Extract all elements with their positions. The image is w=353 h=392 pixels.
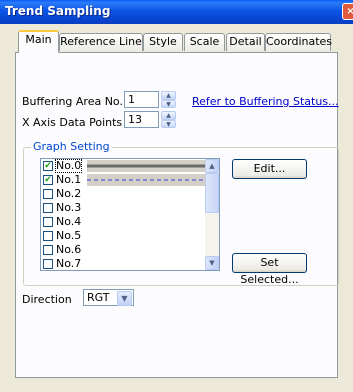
list-item-label: No.2 [56, 187, 82, 200]
graph-list[interactable]: ✔ No.0 ✔ No.1 No.2 No.3 No.4 No.5 No.6 N… [40, 158, 220, 271]
chevron-down-icon[interactable]: ▼ [117, 291, 132, 306]
list-item[interactable]: ✔ No.0 [43, 159, 205, 173]
list-item[interactable]: No.4 [43, 216, 205, 228]
spin-up-icon[interactable]: ▲ [161, 111, 176, 120]
trend-sampling-dialog: Trend Sampling × Main Reference Line Sty… [0, 0, 353, 392]
tab-style[interactable]: Style [143, 33, 183, 51]
edit-button[interactable]: Edit... [232, 159, 307, 179]
close-button[interactable]: × [342, 3, 353, 20]
tab-coordinates[interactable]: Coordinates [265, 33, 332, 51]
list-item[interactable]: ✔ No.1 [43, 174, 205, 186]
x-axis-data-points-label: X Axis Data Points [22, 116, 123, 129]
checkbox-unchecked[interactable] [43, 231, 53, 241]
checkbox-checked[interactable]: ✔ [43, 175, 53, 185]
list-item-label: No.5 [56, 229, 82, 242]
list-item[interactable]: No.3 [43, 202, 205, 214]
direction-select[interactable]: RGT ▼ [83, 289, 134, 306]
buffering-area-input[interactable]: 1 [124, 91, 159, 108]
direction-value: RGT [87, 291, 110, 304]
checkbox-unchecked[interactable] [43, 189, 53, 199]
checkbox-unchecked[interactable] [43, 217, 53, 227]
title-bar[interactable]: Trend Sampling × [0, 0, 353, 24]
list-item-label: No.6 [56, 243, 82, 256]
spin-up-icon[interactable]: ▲ [161, 91, 176, 100]
scroll-thumb[interactable] [205, 173, 219, 213]
spin-down-icon[interactable]: ▼ [161, 119, 176, 128]
list-item-label: No.4 [56, 215, 82, 228]
checkbox-unchecked[interactable] [43, 203, 53, 213]
line-sample-dashed [87, 174, 205, 186]
x-axis-data-points-spinner[interactable]: ▲ ▼ [161, 111, 176, 128]
buffering-area-label: Buffering Area No. [22, 95, 123, 108]
direction-label: Direction [22, 293, 72, 306]
x-axis-data-points-input[interactable]: 13 [124, 111, 159, 128]
tab-main[interactable]: Main [18, 30, 59, 53]
solid-line-icon [87, 164, 205, 168]
graph-setting-title: Graph Setting [31, 140, 112, 153]
close-icon: × [346, 6, 353, 17]
tab-reference-line[interactable]: Reference Line [59, 33, 143, 51]
list-item-label: No.7 [56, 257, 82, 270]
line-sample-solid [87, 160, 205, 172]
tab-scale[interactable]: Scale [184, 33, 225, 51]
set-selected-button[interactable]: Set Selected... [232, 253, 307, 286]
buffering-area-spinner[interactable]: ▲ ▼ [161, 91, 176, 108]
tab-detail[interactable]: Detail [226, 33, 265, 51]
checkbox-checked[interactable]: ✔ [43, 161, 53, 171]
scroll-down-icon[interactable]: ▼ [205, 256, 219, 270]
checkbox-unchecked[interactable] [43, 245, 53, 255]
spin-down-icon[interactable]: ▼ [161, 99, 176, 108]
list-item[interactable]: No.6 [43, 244, 205, 256]
list-item-label: No.3 [56, 201, 82, 214]
checkbox-unchecked[interactable] [43, 259, 53, 269]
dashed-line-icon [87, 179, 205, 181]
list-item-label: No.1 [56, 173, 82, 186]
refer-buffering-status-link[interactable]: Refer to Buffering Status... [192, 95, 339, 108]
list-item[interactable]: No.2 [43, 188, 205, 200]
scroll-up-icon[interactable]: ▲ [205, 159, 219, 173]
list-item-label: No.0 [54, 159, 83, 173]
graph-list-scrollbar[interactable]: ▲ ▼ [205, 159, 219, 270]
window-title: Trend Sampling [5, 4, 111, 18]
tab-strip: Main Reference Line Style Scale Detail C… [0, 30, 353, 53]
list-item[interactable]: No.7 [43, 258, 205, 270]
list-item[interactable]: No.5 [43, 230, 205, 242]
